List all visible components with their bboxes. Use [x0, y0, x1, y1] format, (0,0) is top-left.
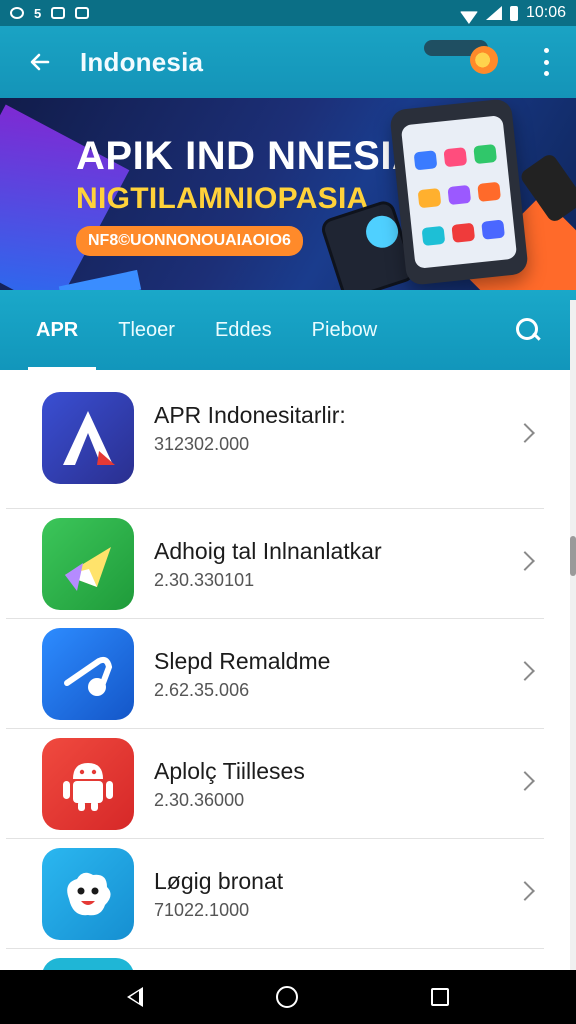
android-icon: [42, 738, 134, 830]
scroll-track[interactable]: [570, 300, 576, 970]
app-tile: [447, 184, 472, 206]
divider: [6, 728, 544, 729]
battery-icon: [509, 5, 518, 21]
status-time: 10:06: [525, 4, 566, 21]
app-meta: 2.30.330101: [154, 570, 255, 590]
app-tile: [481, 219, 506, 240]
nav-back-icon[interactable]: [126, 987, 143, 1007]
face-icon: [42, 848, 134, 940]
tab-bar: APR Tleoer Eddes Piebow: [0, 290, 576, 370]
nav-recents-icon[interactable]: [431, 988, 450, 1006]
smartphone-illustration-icon: [389, 98, 529, 286]
dot-icon: [543, 48, 549, 53]
banner-subheadline: NIGTILAMNIOPASIA: [76, 182, 369, 215]
signal-icon: [485, 6, 502, 20]
search-icon[interactable]: [516, 318, 542, 344]
page-title: Indonesia: [80, 46, 204, 77]
promo-banner[interactable]: APIK IND NNESIA NIGTILAMNIOPASIA NF8©UON…: [0, 98, 576, 290]
scroll-thumb[interactable]: [570, 536, 576, 576]
chevron-right-icon: [515, 881, 535, 901]
tab-apr[interactable]: APR: [27, 290, 97, 370]
dot-icon: [543, 71, 549, 76]
app-icon-partial: [42, 958, 134, 970]
divider: [6, 948, 544, 949]
chevron-right-icon: [515, 551, 535, 571]
list-item[interactable]: Aplolç Tiilleses 2.30.36000: [6, 734, 546, 844]
app-list: APR Indonesitarlir: 312302.000 Adhoig ta…: [6, 372, 566, 970]
android-icon: [63, 763, 113, 811]
tab-piebow[interactable]: Piebow: [312, 290, 378, 370]
chevron-right-icon: [515, 661, 535, 681]
music-note-icon: [64, 656, 113, 696]
app-meta: 312302.000: [154, 434, 250, 454]
banner-headline: APIK IND NNESIA: [76, 134, 422, 178]
status-right: 10:06: [460, 4, 566, 22]
status-left-text: 5: [34, 5, 42, 21]
overflow-menu-button[interactable]: [538, 48, 554, 76]
app-tile: [473, 143, 498, 165]
app-name: Adhoig tal Inlnanlatkar: [154, 538, 382, 564]
app-tile: [451, 222, 476, 243]
brand-logo-icon: [470, 46, 498, 74]
list-item[interactable]: APR Indonesitarlir: 312302.000: [6, 388, 546, 498]
letter-a-icon: [63, 411, 115, 465]
gallery-icon: [75, 7, 90, 19]
app-meta: 71022.1000: [154, 900, 250, 920]
app-name: APR Indonesitarlir:: [154, 402, 346, 428]
back-button[interactable]: [0, 26, 80, 98]
arrow-left-icon: [30, 53, 50, 71]
paper-plane-icon: [65, 547, 111, 591]
status-left: 5: [10, 5, 90, 21]
tab-tleoer[interactable]: Tleoer: [118, 290, 175, 370]
app-tile: [413, 150, 438, 171]
app-name: Løgig bronat: [154, 868, 284, 894]
app-name: Aplolç Tiilleses: [154, 758, 305, 784]
app-bar: Indonesia: [0, 26, 576, 98]
tab-eddes[interactable]: Eddes: [215, 290, 272, 370]
banner-tag: NF8©UONNONOUAIAOIO6: [76, 226, 303, 256]
app-tile: [417, 188, 442, 209]
chevron-right-icon: [515, 423, 535, 443]
app-meta: 2.30.36000: [154, 790, 245, 810]
music-note-icon: [42, 628, 134, 720]
nav-home-icon[interactable]: [275, 986, 298, 1008]
phone-screen: [400, 115, 518, 269]
letter-a-icon: [42, 392, 134, 484]
divider: [6, 838, 544, 839]
list-item[interactable]: Slepd Remaldme 2.62.35.006: [6, 624, 546, 734]
app-meta: 2.62.35.006: [154, 680, 250, 700]
dot-icon: [543, 59, 549, 65]
status-bar: 5 10:06: [0, 0, 576, 26]
chevron-right-icon: [515, 771, 535, 791]
app-tile: [421, 225, 446, 247]
divider: [6, 508, 544, 509]
face-icon: [67, 872, 111, 916]
image-icon: [51, 7, 66, 19]
app-tile: [443, 147, 468, 168]
divider: [6, 618, 544, 619]
list-item[interactable]: Adhoig tal Inlnanlatkar 2.30.330101: [6, 514, 546, 624]
notification-icon: [10, 7, 24, 19]
app-name: Slepd Remaldme: [154, 648, 331, 674]
wifi-icon: [460, 6, 478, 20]
paper-plane-icon: [42, 518, 134, 610]
system-nav-bar: [0, 970, 576, 1024]
list-item[interactable]: Løgig bronat 71022.1000: [6, 844, 546, 954]
app-tile: [477, 181, 502, 202]
